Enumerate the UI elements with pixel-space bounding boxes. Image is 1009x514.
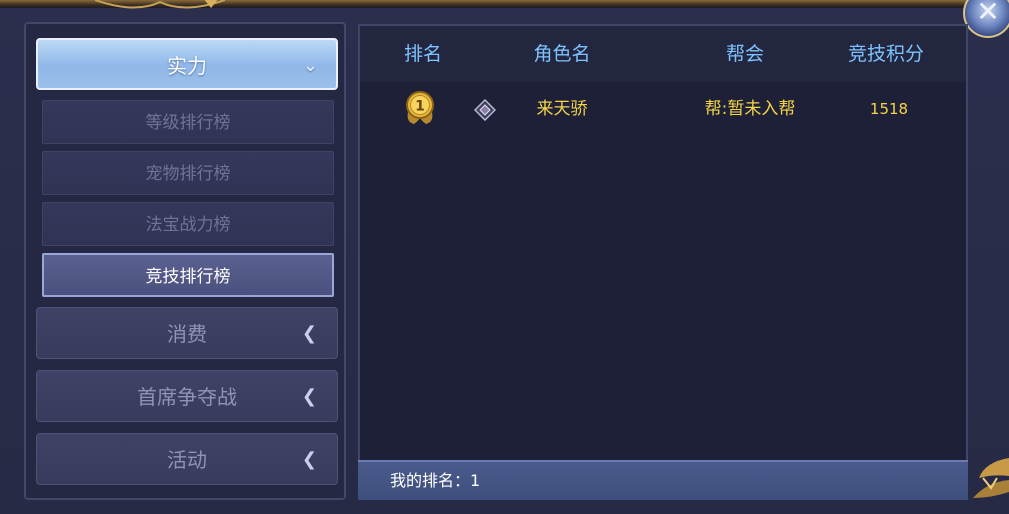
- chevron-left-icon: ❮: [301, 323, 317, 344]
- chevron-left-icon: ❮: [301, 449, 317, 470]
- category-activity[interactable]: 活动 ❮: [36, 433, 338, 485]
- chevron-down-icon: ⌄: [302, 55, 318, 76]
- close-button[interactable]: ✕: [963, 0, 1009, 38]
- player-score: 1518: [869, 100, 909, 118]
- rank-number: 1: [415, 99, 425, 115]
- my-rank-text: 我的排名：1: [390, 462, 480, 500]
- table-header: 排名 角色名 帮会 竞技积分: [360, 26, 966, 82]
- subitem-label: 法宝战力榜: [145, 215, 231, 235]
- subitem-treasure-power-ranking[interactable]: 法宝战力榜: [42, 202, 334, 246]
- category-label: 活动: [167, 448, 207, 472]
- player-name[interactable]: 来天骄: [537, 84, 588, 134]
- category-label: 消费: [167, 322, 207, 346]
- subitem-pet-ranking[interactable]: 宠物排行榜: [42, 151, 334, 195]
- ranking-table: 排名 角色名 帮会 竞技积分 1 来天骄 帮:暂未入帮 1518: [358, 24, 968, 500]
- frame-ornament-icon: [95, 0, 225, 9]
- my-rank-value: 1: [470, 471, 481, 490]
- class-emblem-icon: [474, 99, 496, 121]
- category-label: 首席争夺战: [137, 385, 237, 409]
- header-guild: 帮会: [725, 43, 765, 65]
- player-guild: 帮:暂未入帮: [704, 99, 796, 119]
- category-chief-battle[interactable]: 首席争夺战 ❮: [36, 370, 338, 422]
- subitem-arena-ranking[interactable]: 竞技排行榜: [42, 253, 334, 297]
- category-consumption[interactable]: 消费 ❮: [36, 307, 338, 359]
- table-row[interactable]: 1 来天骄 帮:暂未入帮 1518: [360, 84, 966, 134]
- gold-medal-icon: 1: [406, 91, 434, 124]
- category-label: 实力: [167, 54, 207, 78]
- chevron-left-icon: ❮: [301, 386, 317, 407]
- category-strength[interactable]: 实力 ⌄: [36, 38, 338, 90]
- header-name: 角色名: [533, 43, 591, 65]
- category-sidebar: 实力 ⌄ 等级排行榜 宠物排行榜 法宝战力榜 竞技排行榜 消费 ❮ 首席争夺战 …: [24, 22, 346, 500]
- my-rank-bar: 我的排名：1: [358, 460, 968, 500]
- header-score: 竞技积分: [847, 43, 925, 65]
- header-rank: 排名: [403, 43, 443, 65]
- subitem-label: 竞技排行榜: [145, 267, 231, 287]
- subitem-label: 宠物排行榜: [145, 164, 231, 184]
- corner-ornament-icon: [973, 458, 1009, 498]
- close-icon: ✕: [976, 0, 1000, 28]
- subitem-level-ranking[interactable]: 等级排行榜: [42, 100, 334, 144]
- subitem-label: 等级排行榜: [145, 113, 231, 133]
- my-rank-label: 我的排名：: [390, 471, 471, 490]
